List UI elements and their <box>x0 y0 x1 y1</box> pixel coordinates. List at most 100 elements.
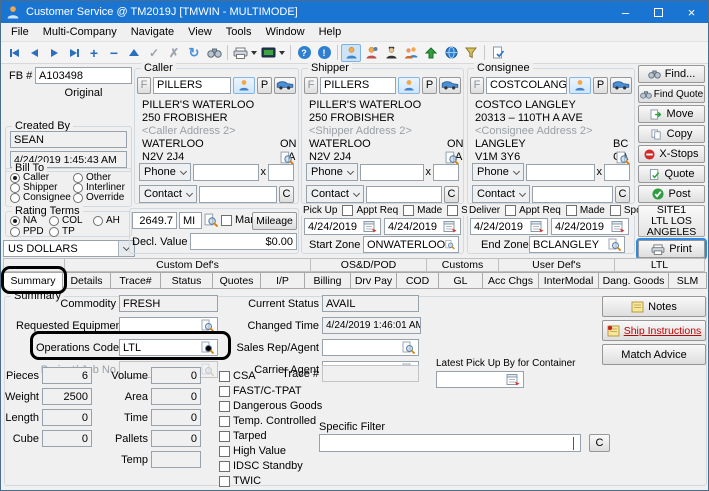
caller-phone-type-select[interactable]: Phone <box>139 163 191 181</box>
calendar-icon[interactable] <box>506 373 520 386</box>
currency-select[interactable]: US DOLLARS <box>3 240 135 257</box>
web-button[interactable] <box>441 44 461 62</box>
mileage-distance-field[interactable]: 2649.7 <box>132 212 177 229</box>
decl-value-field[interactable]: $0.00 <box>190 233 297 250</box>
deliver-date-to-field[interactable]: 4/24/2019 <box>551 218 629 235</box>
shipper-phone-type-select[interactable]: Phone <box>306 163 358 181</box>
bill-to-option-override[interactable]: Override <box>73 192 124 203</box>
specific-filter-c-button[interactable]: C <box>589 434 610 452</box>
pickup-date-from-field[interactable]: 4/24/2019 <box>304 218 381 235</box>
shipper-code-field[interactable]: PILLERS <box>320 77 396 94</box>
upload-button[interactable] <box>421 44 441 62</box>
rating-option-ppd[interactable]: PPD <box>10 226 44 237</box>
caller-contact-select[interactable]: Contact <box>139 185 197 203</box>
search-icon[interactable] <box>445 238 455 251</box>
next-record-button[interactable] <box>44 44 64 62</box>
tab-summary[interactable]: Summary <box>3 272 63 289</box>
calendar-icon[interactable] <box>530 220 544 233</box>
post-button[interactable]: Post <box>638 185 705 203</box>
menu-navigate[interactable]: Navigate <box>124 25 181 39</box>
report-button[interactable] <box>488 44 508 62</box>
tab-dang-goods[interactable]: Dang. Goods <box>599 272 669 289</box>
caller-code-field[interactable]: PILLERS <box>153 77 231 94</box>
length-field[interactable]: 0 <box>42 409 92 426</box>
consignee-code-field[interactable]: COSTCOLANG <box>486 77 567 94</box>
flag-csa-checkbox[interactable]: CSA <box>219 370 256 382</box>
delete-record-button[interactable]: − <box>104 44 124 62</box>
shipper-customer-button[interactable] <box>398 77 420 94</box>
info-button[interactable]: ! <box>314 44 334 62</box>
shipper-contact-select[interactable]: Contact <box>306 185 364 203</box>
pickup-appt-checkbox[interactable]: Appt Req <box>342 205 398 216</box>
consignee-phone-field[interactable] <box>526 164 595 181</box>
rating-option-na[interactable]: NA <box>10 215 37 226</box>
menu-file[interactable]: File <box>4 25 36 39</box>
shipper-p-button[interactable]: P <box>422 77 437 94</box>
x-stops-button[interactable]: X-Stops <box>638 145 705 163</box>
shipper-ext-field[interactable] <box>433 164 459 181</box>
first-record-button[interactable] <box>4 44 24 62</box>
prev-record-button[interactable] <box>24 44 44 62</box>
consignee-f-button[interactable]: F <box>470 77 484 94</box>
deliver-date-from-field[interactable]: 4/24/2019 <box>470 218 548 235</box>
tab-ip[interactable]: I/P <box>261 272 305 289</box>
consignee-contact-field[interactable] <box>532 186 613 203</box>
help-button[interactable]: ? <box>294 44 314 62</box>
shipper-c-button[interactable]: C <box>444 186 459 203</box>
find-quote-button[interactable]: Find Quote <box>638 85 705 103</box>
tab-trace[interactable]: Trace# <box>111 272 161 289</box>
operations-code-field[interactable]: LTL <box>119 339 218 356</box>
tab-group-customs[interactable]: Customs <box>427 258 499 272</box>
tab-group-custom-defs[interactable]: Custom Def's <box>65 258 311 272</box>
filter-button[interactable] <box>461 44 481 62</box>
consignee-contact-select[interactable]: Contact <box>472 185 530 203</box>
shipper-phone-field[interactable] <box>360 164 424 181</box>
flag-temp-controlled-checkbox[interactable]: Temp. Controlled <box>219 415 316 427</box>
tab-gl[interactable]: GL <box>439 272 483 289</box>
search-icon[interactable] <box>201 341 214 354</box>
tab-billing[interactable]: Billing <box>305 272 351 289</box>
group-mode-button[interactable] <box>401 44 421 62</box>
refresh-button[interactable]: ↻ <box>184 44 204 62</box>
shipper-map-button[interactable] <box>439 77 461 94</box>
fb-number-field[interactable]: A103498 <box>35 67 132 84</box>
rating-option-col[interactable]: COL <box>49 215 83 226</box>
caller-f-button[interactable]: F <box>137 77 151 94</box>
tab-cod[interactable]: COD <box>397 272 439 289</box>
pickup-made-checkbox[interactable]: Made <box>403 205 442 216</box>
tab-acc-chgs[interactable]: Acc Chgs <box>483 272 539 289</box>
sales-rep-field[interactable] <box>322 339 419 356</box>
maximize-button[interactable] <box>642 1 675 23</box>
deliver-made-checkbox[interactable]: Made <box>566 205 605 216</box>
calendar-icon[interactable] <box>611 220 625 233</box>
minimize-button[interactable]: – <box>609 1 642 23</box>
consignee-phone-type-select[interactable]: Phone <box>472 163 524 181</box>
start-zone-field[interactable]: ONWATERLOO <box>363 236 459 253</box>
close-button[interactable]: × <box>675 1 708 23</box>
menu-window[interactable]: Window <box>258 25 311 39</box>
collapse-button[interactable] <box>124 44 144 62</box>
tab-quotes[interactable]: Quotes <box>213 272 261 289</box>
tab-group-osd-pod[interactable]: OS&D/POD <box>311 258 427 272</box>
volume-field[interactable]: 0 <box>151 367 201 384</box>
add-record-button[interactable]: + <box>84 44 104 62</box>
calendar-icon[interactable] <box>443 220 457 233</box>
requested-equipment-field[interactable] <box>119 317 218 334</box>
search-icon[interactable] <box>201 319 214 332</box>
pallets-field[interactable]: 0 <box>151 430 201 447</box>
print-button[interactable]: Print <box>638 240 705 258</box>
consignee-ext-field[interactable] <box>604 164 630 181</box>
flag-high-value-checkbox[interactable]: High Value <box>219 445 286 457</box>
tab-status[interactable]: Status <box>161 272 213 289</box>
accept-button[interactable]: ✓ <box>144 44 164 62</box>
tab-drv-pay[interactable]: Drv Pay <box>351 272 397 289</box>
consignee-p-button[interactable]: P <box>593 77 608 94</box>
mileage-search-icon[interactable] <box>204 213 218 230</box>
cube-field[interactable]: 0 <box>42 430 92 447</box>
consignee-map-button[interactable] <box>610 77 632 94</box>
copy-button[interactable]: Copy <box>638 125 705 143</box>
caller-map-button[interactable] <box>274 77 296 94</box>
tab-slm[interactable]: SLM <box>669 272 707 289</box>
caller-customer-button[interactable] <box>233 77 255 94</box>
caller-contact-field[interactable] <box>199 186 277 203</box>
